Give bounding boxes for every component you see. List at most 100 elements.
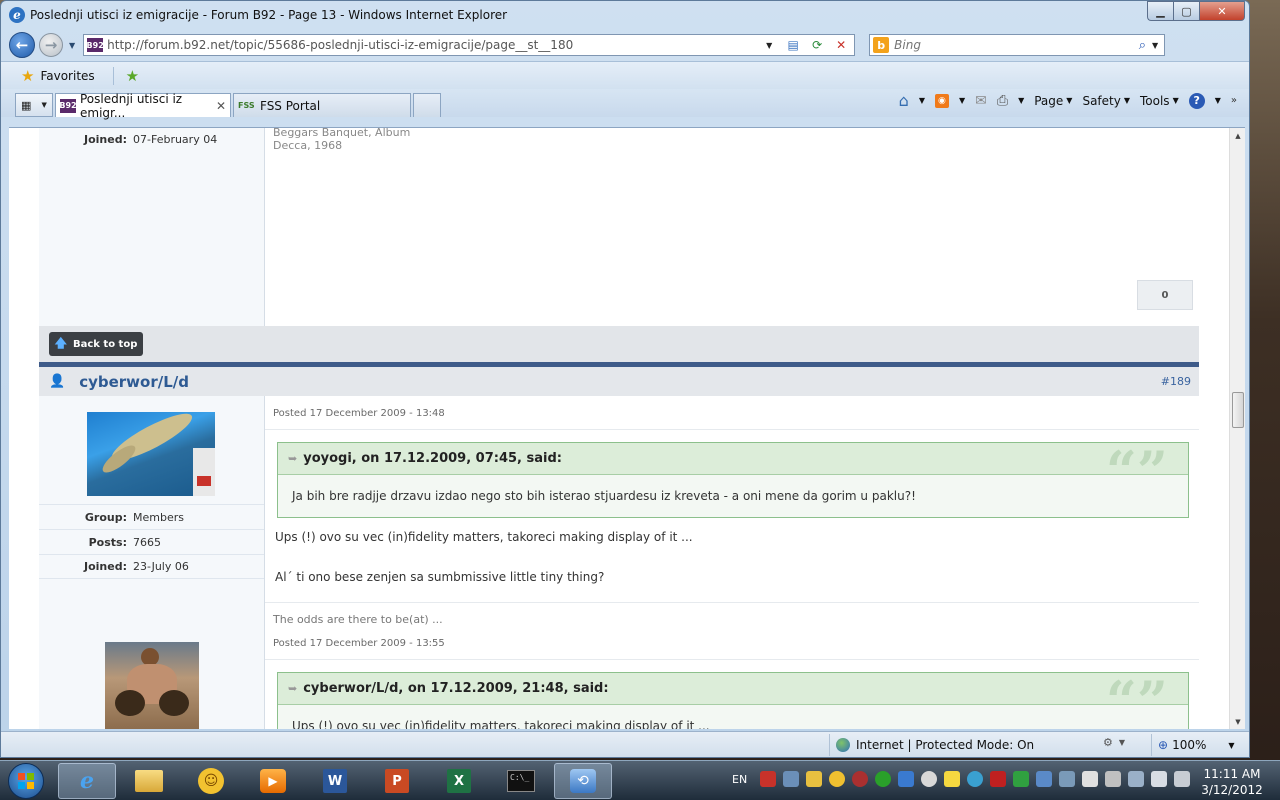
tray-messenger-icon[interactable] xyxy=(829,771,845,787)
vertical-scrollbar[interactable]: ▲ ▼ xyxy=(1229,128,1245,729)
post-author-link[interactable]: cyberwor/L/d xyxy=(79,373,189,391)
home-icon[interactable]: ⌂ xyxy=(899,91,909,110)
feeds-icon[interactable]: ◉ xyxy=(934,93,949,108)
maximize-button[interactable]: ▢ xyxy=(1173,1,1199,21)
tray-notes-icon[interactable] xyxy=(944,771,960,787)
tray-device-icon[interactable] xyxy=(1105,771,1121,787)
avatar[interactable] xyxy=(87,412,215,496)
address-input[interactable] xyxy=(107,38,759,52)
tab-label: FSS Portal xyxy=(260,98,321,113)
recent-pages-caret-icon[interactable]: ▼ xyxy=(69,41,75,50)
tray-blocked-icon[interactable] xyxy=(852,771,868,787)
start-button[interactable] xyxy=(8,763,44,799)
popup-blocker-icon[interactable]: ⚙ xyxy=(1103,736,1113,749)
taskbar-remote-desktop[interactable]: ⟲ xyxy=(554,763,612,799)
reputation-counter[interactable]: 0 xyxy=(1137,280,1193,310)
back-button[interactable]: ← xyxy=(9,32,35,58)
close-button[interactable]: ✕ xyxy=(1199,1,1245,21)
protected-mode-tools: ⚙ ▼ xyxy=(1103,736,1125,749)
tray-network-icon[interactable] xyxy=(1151,771,1167,787)
tab-forum-b92[interactable]: B92 Poslednji utisci iz emigr... ✕ xyxy=(55,92,231,120)
tray-volume-icon[interactable] xyxy=(1174,771,1190,787)
taskbar-word[interactable]: W xyxy=(306,763,364,799)
previous-post-user-panel: Joined: 07-February 04 xyxy=(39,128,265,326)
popup-caret-icon[interactable]: ▼ xyxy=(1119,738,1125,747)
taskbar-command-prompt[interactable]: C:\_ xyxy=(492,763,550,799)
print-icon[interactable]: ⎙ xyxy=(997,93,1008,109)
posts-value: 7665 xyxy=(133,535,161,549)
tray-sync-icon[interactable] xyxy=(875,771,891,787)
tools-menu[interactable]: Tools ▼ xyxy=(1140,94,1179,108)
favorites-label: Favorites xyxy=(40,68,95,83)
print-caret-icon[interactable]: ▼ xyxy=(1018,96,1024,105)
avatar[interactable] xyxy=(105,642,199,729)
new-tab-button[interactable] xyxy=(413,93,441,117)
page-menu[interactable]: Page ▼ xyxy=(1034,94,1072,108)
scroll-down-icon[interactable]: ▼ xyxy=(1230,714,1245,729)
favorites-star-icon: ★ xyxy=(21,66,35,85)
internet-explorer-icon: e xyxy=(80,768,94,794)
tray-acrobat-icon[interactable] xyxy=(760,771,776,787)
outlook-icon: ☺ xyxy=(198,768,224,794)
posted-date: Posted 17 December 2009 - 13:48 xyxy=(265,396,1199,430)
tab-fss-portal[interactable]: FSS FSS Portal xyxy=(233,93,411,117)
safety-menu[interactable]: Safety ▼ xyxy=(1082,94,1130,108)
address-dropdown-icon[interactable]: ▼ xyxy=(758,35,780,55)
taskbar-powerpoint[interactable]: P xyxy=(368,763,426,799)
tray-antivirus-icon[interactable] xyxy=(990,771,1006,787)
search-input[interactable] xyxy=(894,38,1139,52)
tray-mail-icon[interactable] xyxy=(806,771,822,787)
system-clock[interactable]: 11:11 AM 3/12/2012 xyxy=(1192,766,1272,798)
post-header: 👤 cyberwor/L/d #189 xyxy=(39,362,1199,396)
help-icon[interactable]: ? xyxy=(1188,92,1205,109)
tray-globe-icon[interactable] xyxy=(967,771,983,787)
tray-check-icon[interactable] xyxy=(1013,771,1029,787)
quote-citation: cyberwor/L/d, on 17.12.2009, 21:48, said… xyxy=(303,681,609,696)
tab-close-icon[interactable]: ✕ xyxy=(216,99,226,113)
add-to-favorites-bar-icon[interactable]: ★ xyxy=(126,67,139,85)
scroll-up-icon[interactable]: ▲ xyxy=(1230,128,1245,144)
joined-label: Joined: xyxy=(84,132,127,146)
quote-arrow-icon[interactable]: ➥ xyxy=(288,682,297,695)
tray-people-icon[interactable] xyxy=(1036,771,1052,787)
scroll-thumb[interactable] xyxy=(1232,392,1244,428)
help-caret-icon[interactable]: ▼ xyxy=(1215,96,1221,105)
feeds-caret-icon[interactable]: ▼ xyxy=(959,96,965,105)
back-to-top-button[interactable]: 🡅 Back to top xyxy=(49,332,143,356)
user-joined-row: Joined: 23-July 06 xyxy=(39,554,264,579)
quick-tabs-button[interactable]: ▦ ▼ xyxy=(15,93,53,117)
taskbar-explorer[interactable] xyxy=(120,763,178,799)
search-options-caret-icon[interactable]: ▼ xyxy=(1152,41,1158,50)
taskbar-outlook[interactable]: ☺ xyxy=(182,763,240,799)
favorites-button[interactable]: ★ Favorites xyxy=(21,66,114,85)
zoom-control[interactable]: ⊕ 100% ▼ xyxy=(1151,734,1235,756)
home-caret-icon[interactable]: ▼ xyxy=(919,96,925,105)
taskbar-internet-explorer[interactable]: e xyxy=(58,763,116,799)
refresh-icon[interactable]: ⟳ xyxy=(806,35,828,55)
tray-display-icon[interactable] xyxy=(1059,771,1075,787)
posted-date: Posted 17 December 2009 - 13:55 xyxy=(265,626,1199,660)
minimize-button[interactable]: ▁ xyxy=(1147,1,1173,21)
quote-arrow-icon[interactable]: ➥ xyxy=(288,452,297,465)
taskbar: e ☺ ▶ W P X C:\_ ⟲ EN 11:11 AM 3/12/2012 xyxy=(0,760,1280,800)
tray-power-icon[interactable] xyxy=(1128,771,1144,787)
tray-alert-icon[interactable] xyxy=(921,771,937,787)
stop-icon[interactable]: ✕ xyxy=(830,35,852,55)
security-zone[interactable]: Internet | Protected Mode: On xyxy=(829,734,1034,756)
taskbar-excel[interactable]: X xyxy=(430,763,488,799)
compatibility-view-icon[interactable]: ▤ xyxy=(782,35,804,55)
tray-network-share-icon[interactable] xyxy=(783,771,799,787)
input-language[interactable]: EN xyxy=(732,773,747,786)
tray-font-icon[interactable] xyxy=(898,771,914,787)
quick-tabs-icon: ▦ xyxy=(21,98,32,112)
taskbar-media-player[interactable]: ▶ xyxy=(244,763,302,799)
search-icon[interactable]: ⌕ xyxy=(1139,38,1146,53)
read-mail-icon[interactable]: ✉ xyxy=(975,93,987,109)
tab-list-caret-icon[interactable]: ▼ xyxy=(42,101,47,109)
quote-citation: yoyogi, on 17.12.2009, 07:45, said: xyxy=(303,451,562,466)
more-commands-icon[interactable]: » xyxy=(1231,95,1237,106)
joined-value: 23-July 06 xyxy=(133,560,189,573)
tray-flag-icon[interactable] xyxy=(1082,771,1098,787)
forward-button[interactable]: → xyxy=(39,33,63,57)
post-number-link[interactable]: #189 xyxy=(1161,375,1191,388)
